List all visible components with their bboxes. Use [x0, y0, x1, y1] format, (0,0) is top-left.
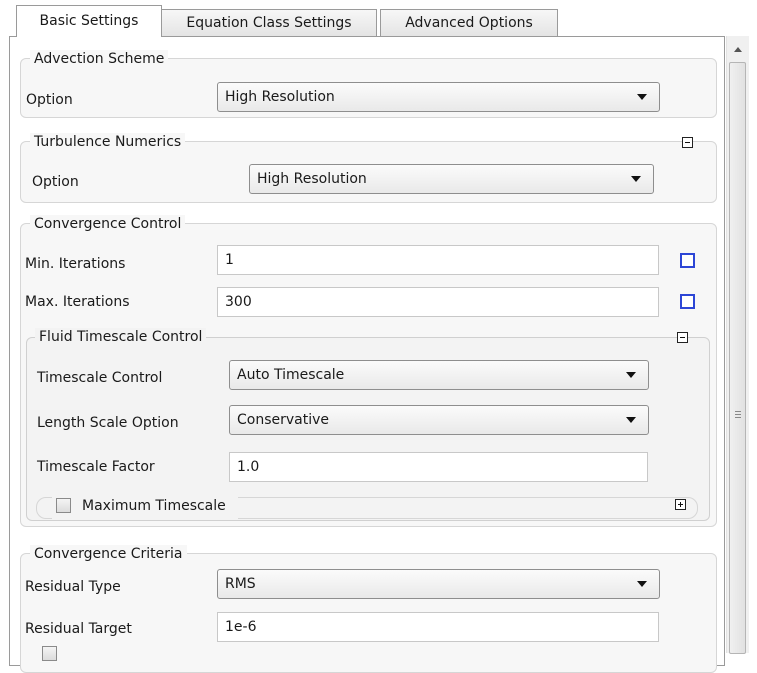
min-iterations-expression-checkbox[interactable] — [680, 253, 695, 268]
timescale-control-dropdown[interactable]: Auto Timescale — [229, 360, 649, 390]
advection-option-value: High Resolution — [225, 89, 335, 105]
expand-icon[interactable] — [675, 499, 686, 510]
scrollbar-thumb[interactable] — [729, 62, 746, 654]
chevron-down-icon — [637, 581, 647, 587]
max-iterations-expression-checkbox[interactable] — [680, 294, 695, 309]
advection-option-dropdown[interactable]: High Resolution — [217, 82, 660, 112]
chevron-down-icon — [626, 372, 636, 378]
length-scale-option-dropdown[interactable]: Conservative — [229, 405, 649, 435]
min-iterations-field[interactable]: 1 — [217, 245, 659, 275]
chevron-down-icon — [631, 176, 641, 182]
collapse-icon[interactable] — [682, 137, 693, 148]
partial-checkbox[interactable] — [42, 646, 57, 661]
timescale-control-label: Timescale Control — [37, 370, 163, 386]
residual-type-dropdown[interactable]: RMS — [217, 569, 660, 599]
turbulence-option-label: Option — [32, 174, 79, 190]
advection-option-label: Option — [26, 92, 73, 108]
grip-line — [735, 411, 741, 412]
min-iterations-label: Min. Iterations — [25, 256, 126, 272]
scroll-up-arrow-icon[interactable] — [734, 47, 742, 52]
timescale-factor-field[interactable]: 1.0 — [229, 452, 648, 482]
timescale-factor-label: Timescale Factor — [37, 459, 155, 475]
chevron-down-icon — [626, 417, 636, 423]
tab-equation-class-settings[interactable]: Equation Class Settings — [161, 9, 377, 36]
length-scale-option-label: Length Scale Option — [37, 415, 179, 431]
max-iterations-field[interactable]: 300 — [217, 287, 659, 317]
turbulence-numerics-title: Turbulence Numerics — [30, 133, 186, 151]
residual-target-field[interactable]: 1e-6 — [217, 612, 659, 642]
grip-line — [735, 417, 741, 418]
advection-scheme-title: Advection Scheme — [30, 50, 169, 68]
tab-basic-settings[interactable]: Basic Settings — [16, 5, 162, 37]
grip-line — [735, 414, 741, 415]
max-iterations-label: Max. Iterations — [25, 294, 130, 310]
convergence-criteria-title: Convergence Criteria — [30, 545, 187, 563]
turbulence-option-dropdown[interactable]: High Resolution — [249, 164, 654, 194]
fluid-timescale-control-title: Fluid Timescale Control — [35, 328, 207, 346]
chevron-down-icon — [637, 94, 647, 100]
residual-target-label: Residual Target — [25, 621, 132, 637]
collapse-icon[interactable] — [677, 332, 688, 343]
timescale-control-value: Auto Timescale — [237, 367, 345, 383]
residual-type-label: Residual Type — [25, 579, 121, 595]
maximum-timescale-label: Maximum Timescale — [82, 498, 226, 514]
length-scale-option-value: Conservative — [237, 412, 330, 428]
convergence-control-title: Convergence Control — [30, 215, 186, 233]
residual-type-value: RMS — [225, 576, 256, 592]
turbulence-option-value: High Resolution — [257, 171, 367, 187]
tab-advanced-options[interactable]: Advanced Options — [380, 9, 558, 36]
maximum-timescale-checkbox[interactable] — [56, 498, 71, 513]
